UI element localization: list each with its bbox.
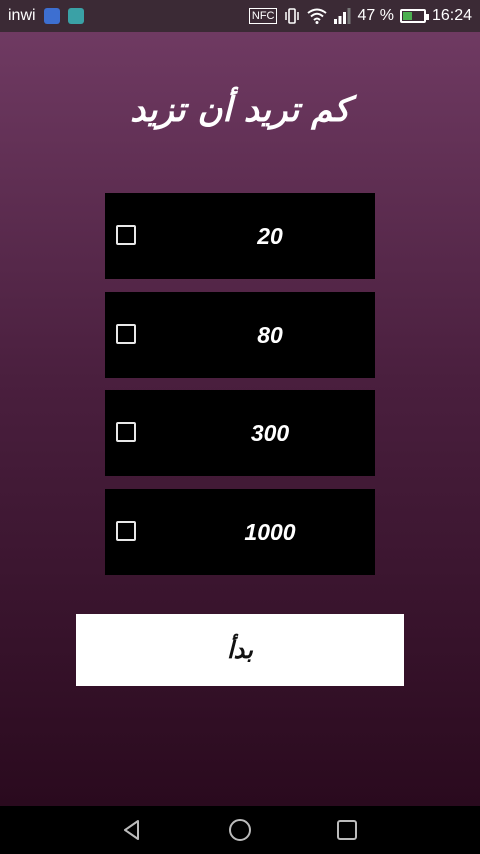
checkbox[interactable] xyxy=(116,422,136,442)
nfc-icon: NFC xyxy=(248,8,278,24)
battery-percent: 47 % xyxy=(357,7,394,24)
vibrate-icon xyxy=(285,8,300,24)
status-left: inwi xyxy=(8,7,84,25)
battery-icon xyxy=(399,9,429,23)
notification-app-icon xyxy=(43,8,60,24)
notification-gallery-icon xyxy=(67,8,84,24)
navigation-bar xyxy=(0,806,480,854)
option-label: 80 xyxy=(257,322,283,348)
option-80[interactable]: 80 xyxy=(105,292,375,378)
back-icon[interactable] xyxy=(120,818,144,842)
status-bar: inwi NFC 47 % 16:24 xyxy=(0,0,480,32)
option-1000[interactable]: 1000 xyxy=(105,489,375,575)
recents-icon[interactable] xyxy=(335,818,359,842)
option-300[interactable]: 300 xyxy=(105,390,375,476)
clock: 16:24 xyxy=(431,7,472,24)
start-button[interactable]: بدأ xyxy=(76,614,404,686)
option-20[interactable]: 20 xyxy=(105,193,375,279)
checkbox[interactable] xyxy=(116,324,136,344)
main-screen: كم تريد أن تزيد 20 80 300 1000 بدأ xyxy=(0,32,480,806)
option-label: 300 xyxy=(250,420,290,446)
home-icon[interactable] xyxy=(228,818,252,842)
status-right: NFC 47 % 16:24 xyxy=(248,7,472,25)
checkbox[interactable] xyxy=(116,225,136,245)
signal-icon xyxy=(334,8,351,24)
option-label: 1000 xyxy=(244,519,296,545)
wifi-icon xyxy=(307,8,328,24)
checkbox[interactable] xyxy=(116,521,136,541)
option-label: 20 xyxy=(257,223,283,249)
page-title: كم تريد أن تزيد xyxy=(130,90,350,130)
carrier-name: inwi xyxy=(8,7,36,24)
